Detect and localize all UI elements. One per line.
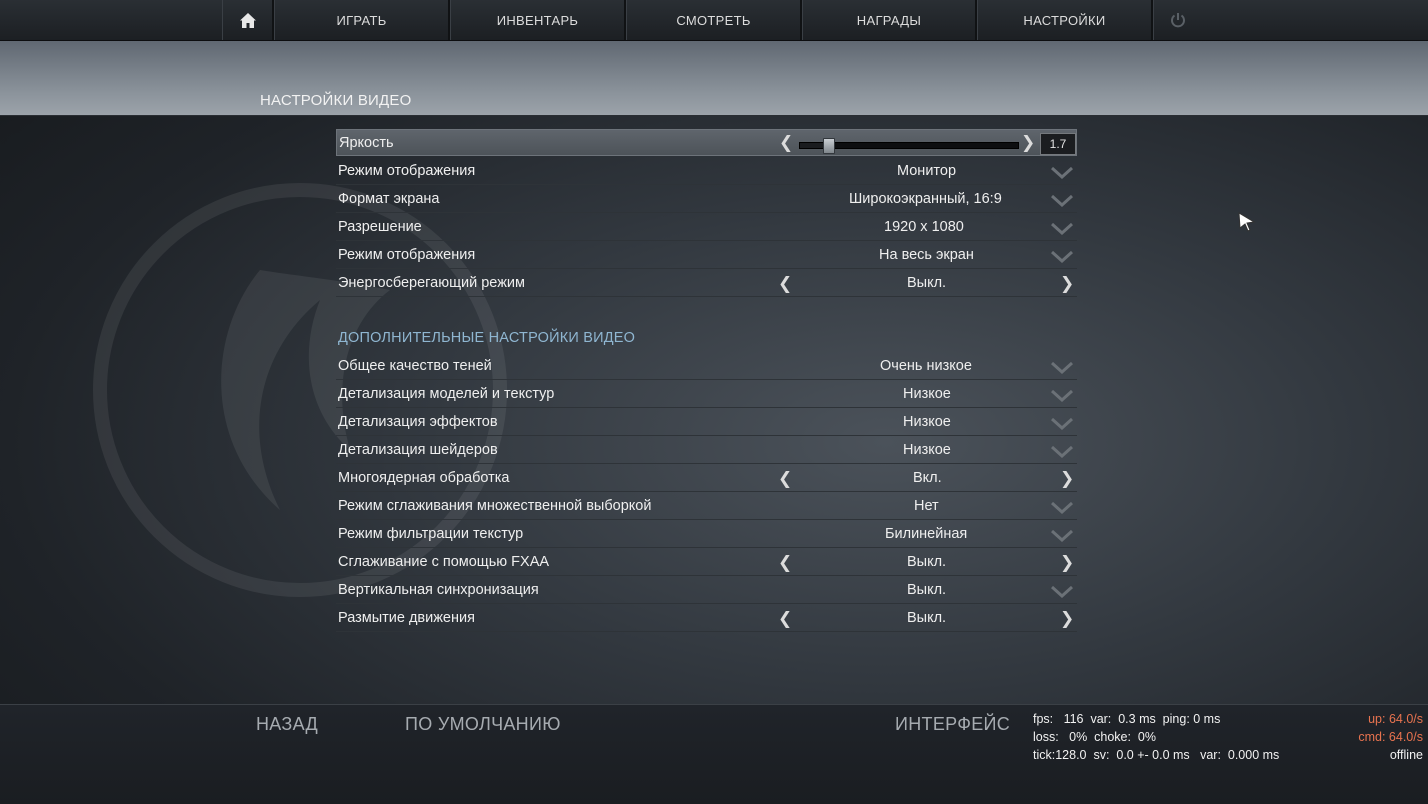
setting-label: Режим фильтрации текстур — [338, 526, 524, 542]
setting-row-vsync[interactable]: Вертикальная синхронизация Выкл. — [336, 577, 1077, 604]
chevron-down-icon[interactable] — [1051, 502, 1073, 514]
setting-label: Разрешение — [338, 219, 422, 235]
setting-label: Детализация моделей и текстур — [338, 386, 555, 402]
setting-value: Широкоэкранный, 16:9 — [849, 191, 1002, 207]
mouse-cursor-icon — [1238, 212, 1256, 232]
setting-value: 1920 x 1080 — [884, 219, 964, 235]
nav-home-button[interactable] — [222, 0, 274, 40]
setting-label: Формат экрана — [338, 191, 440, 207]
setting-row-fxaa[interactable]: Сглаживание с помощью FXAA ❮ Выкл. ❯ — [336, 549, 1077, 576]
setting-row-effect-detail[interactable]: Детализация эффектов Низкое — [336, 409, 1077, 436]
interface-button[interactable]: ИНТЕРФЕЙС — [895, 714, 1010, 735]
netgraph-cmd-rate: cmd: 64.0/s — [1358, 730, 1423, 744]
setting-row-power-saving[interactable]: Энергосберегающий режим ❮ Выкл. ❯ — [336, 270, 1077, 297]
setting-value: Выкл. — [907, 582, 947, 598]
power-icon — [1170, 13, 1185, 28]
setting-row-display-mode[interactable]: Режим отображения Монитор — [336, 158, 1077, 185]
nav-settings-button[interactable]: НАСТРОЙКИ — [977, 0, 1153, 40]
setting-row-model-texture-detail[interactable]: Детализация моделей и текстур Низкое — [336, 381, 1077, 408]
setting-value: Низкое — [903, 414, 951, 430]
home-icon — [239, 12, 256, 28]
back-button[interactable]: НАЗАД — [256, 714, 318, 735]
chevron-left-icon[interactable]: ❮ — [778, 609, 792, 629]
setting-value: Вкл. — [913, 470, 942, 486]
setting-label: Детализация шейдеров — [338, 442, 498, 458]
chevron-down-icon[interactable] — [1051, 362, 1073, 374]
setting-value: Выкл. — [907, 275, 947, 291]
setting-label: Режим сглаживания множественной выборкой — [338, 498, 652, 514]
header-band — [0, 41, 1428, 116]
chevron-right-icon[interactable]: ❯ — [1060, 274, 1074, 294]
setting-row-shadow-quality[interactable]: Общее качество теней Очень низкое — [336, 353, 1077, 380]
nav-awards-button[interactable]: НАГРАДЫ — [802, 0, 977, 40]
nav-power-button[interactable] — [1153, 0, 1201, 40]
setting-value: Выкл. — [907, 554, 947, 570]
setting-row-motion-blur[interactable]: Размытие движения ❮ Выкл. ❯ — [336, 605, 1077, 632]
setting-label: Многоядерная обработка — [338, 470, 510, 486]
setting-row-aspect-ratio[interactable]: Формат экрана Широкоэкранный, 16:9 — [336, 186, 1077, 213]
setting-label: Сглаживание с помощью FXAA — [338, 554, 550, 570]
chevron-down-icon[interactable] — [1051, 390, 1073, 402]
chevron-right-icon[interactable]: ❯ — [1060, 469, 1074, 489]
brightness-value-box[interactable]: 1.7 — [1040, 133, 1076, 155]
setting-row-window-mode[interactable]: Режим отображения На весь экран — [336, 242, 1077, 269]
chevron-left-icon[interactable]: ❮ — [778, 553, 792, 573]
slider-increase-arrow-icon[interactable]: ❯ — [1021, 133, 1035, 153]
setting-row-texture-filtering[interactable]: Режим фильтрации текстур Билинейная — [336, 521, 1077, 548]
chevron-right-icon[interactable]: ❯ — [1060, 553, 1074, 573]
chevron-left-icon[interactable]: ❮ — [778, 469, 792, 489]
restore-defaults-button[interactable]: ПО УМОЛЧАНИЮ — [405, 714, 561, 735]
netgraph-line-3: tick:128.0 sv: 0.0 +- 0.0 ms var: 0.000 … — [1033, 748, 1280, 762]
setting-value: Нет — [914, 498, 939, 514]
chevron-down-icon[interactable] — [1051, 195, 1073, 207]
slider-handle[interactable] — [823, 138, 835, 154]
advanced-section-title: ДОПОЛНИТЕЛЬНЫЕ НАСТРОЙКИ ВИДЕО — [338, 330, 636, 346]
nav-inventory-button[interactable]: ИНВЕНТАРЬ — [450, 0, 626, 40]
setting-row-resolution[interactable]: Разрешение 1920 x 1080 — [336, 214, 1077, 241]
setting-row-msaa[interactable]: Режим сглаживания множественной выборкой… — [336, 493, 1077, 520]
top-navigation: ИГРАТЬ ИНВЕНТАРЬ СМОТРЕТЬ НАГРАДЫ НАСТРО… — [0, 0, 1428, 41]
slider-decrease-arrow-icon[interactable]: ❮ — [779, 133, 793, 153]
chevron-down-icon[interactable] — [1051, 530, 1073, 542]
setting-value: Выкл. — [907, 610, 947, 626]
chevron-left-icon[interactable]: ❮ — [778, 274, 792, 294]
netgraph-upload-rate: up: 64.0/s — [1368, 712, 1423, 726]
chevron-down-icon[interactable] — [1051, 167, 1073, 179]
chevron-down-icon[interactable] — [1051, 251, 1073, 263]
page-title: НАСТРОЙКИ ВИДЕО — [260, 92, 412, 109]
setting-label: Размытие движения — [338, 610, 475, 626]
setting-label: Вертикальная синхронизация — [338, 582, 539, 598]
brightness-slider[interactable] — [799, 138, 1019, 154]
setting-value: Билинейная — [885, 526, 968, 542]
setting-value: На весь экран — [879, 247, 974, 263]
setting-label: Режим отображения — [338, 163, 476, 179]
setting-row-brightness[interactable]: Яркость ❮ ❯ 1.7 — [336, 129, 1077, 156]
setting-label: Энергосберегающий режим — [338, 275, 525, 291]
chevron-down-icon[interactable] — [1051, 446, 1073, 458]
setting-value: Очень низкое — [880, 358, 972, 374]
chevron-down-icon[interactable] — [1051, 223, 1073, 235]
setting-row-shader-detail[interactable]: Детализация шейдеров Низкое — [336, 437, 1077, 464]
setting-label: Режим отображения — [338, 247, 476, 263]
netgraph-line-1: fps: 116 var: 0.3 ms ping: 0 ms — [1033, 712, 1221, 726]
netgraph-status: offline — [1389, 748, 1423, 762]
setting-value: Низкое — [903, 386, 951, 402]
setting-label: Общее качество теней — [338, 358, 492, 374]
chevron-right-icon[interactable]: ❯ — [1060, 609, 1074, 629]
setting-value: Монитор — [897, 163, 957, 179]
setting-value: Низкое — [903, 442, 951, 458]
netgraph-line-2: loss: 0% choke: 0% — [1033, 730, 1156, 744]
nav-watch-button[interactable]: СМОТРЕТЬ — [626, 0, 802, 40]
nav-play-button[interactable]: ИГРАТЬ — [274, 0, 450, 40]
chevron-down-icon[interactable] — [1051, 418, 1073, 430]
setting-row-multicore-rendering[interactable]: Многоядерная обработка ❮ Вкл. ❯ — [336, 465, 1077, 492]
setting-label: Детализация эффектов — [338, 414, 498, 430]
chevron-down-icon[interactable] — [1051, 586, 1073, 598]
setting-label: Яркость — [339, 135, 394, 151]
